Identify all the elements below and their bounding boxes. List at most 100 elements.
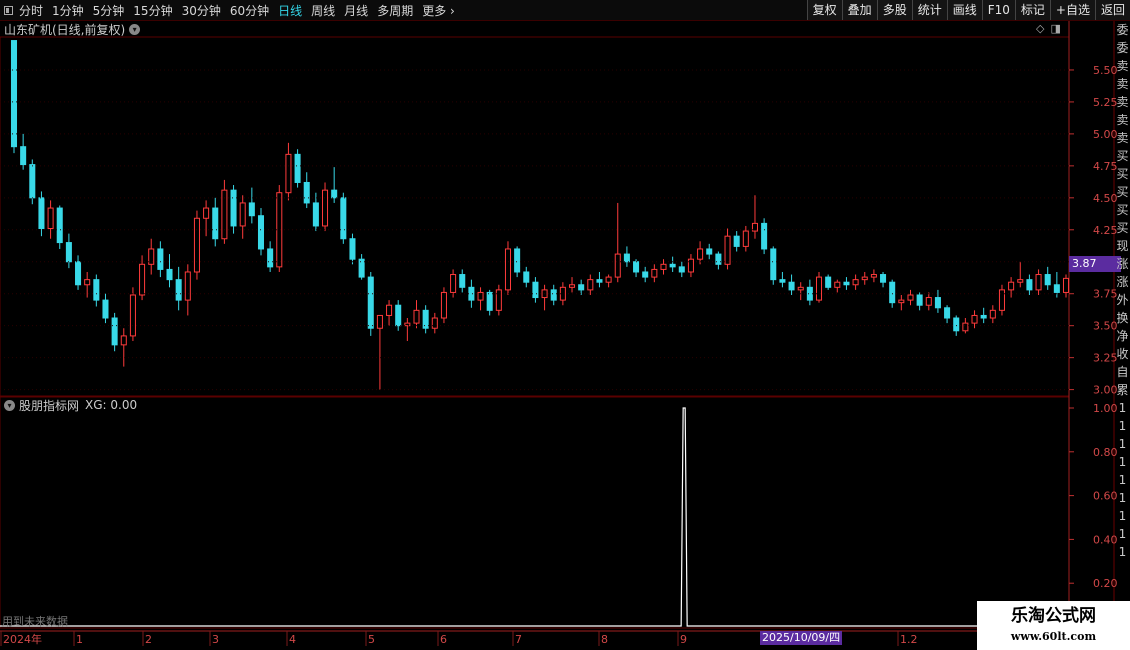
candle-body [386,304,393,316]
candle-body [203,207,210,219]
strip-glyph: 1 [1118,509,1127,523]
strip-glyph: 涨 [1116,257,1129,271]
candle-body [651,268,658,278]
candle-body [962,322,969,332]
watermark: 乐淘公式网 www.60lt.com [977,601,1130,650]
strip-glyph: 买 [1116,203,1129,217]
indicator-header: ▾ 股朋指标网 XG: 0.00 [4,397,137,413]
price-label: 4.75 [1093,160,1118,173]
candle-body [84,279,91,286]
strip-glyph: 1 [1118,473,1127,487]
candle-body [239,202,246,227]
candle-body [633,261,640,273]
candle-body [907,294,914,301]
candle-body [706,248,713,255]
candle-body [129,294,136,337]
candle-body [815,276,823,301]
candle-body [834,281,841,288]
candle-body [331,189,338,199]
strip-glyph: 卖 [1116,59,1129,73]
strip-glyph: 收 [1116,347,1129,361]
strip-glyph: 买 [1116,221,1129,235]
candle-body [669,263,676,268]
price-label: 3.50 [1093,320,1118,333]
indicator-value: XG: 0.00 [85,398,138,412]
candle-body [642,271,649,278]
candle-body [733,235,740,247]
strip-glyph: 净 [1116,329,1129,343]
quote-side-strip: 委委卖卖卖卖卖买买买买买现涨涨外换净收自累111111111 [1115,21,1130,631]
candle-body [870,274,877,278]
candle-body [184,271,191,301]
indicator-line-layer [0,407,1069,627]
strip-glyph: 卖 [1116,77,1129,91]
strip-glyph: 买 [1116,185,1129,199]
chevron-down-icon[interactable]: ▾ [4,399,15,411]
candle-body [102,299,109,319]
time-label: 1 [76,633,83,646]
indicator-axis: 1.00 0.80 0.60 0.40 0.20 [1069,402,1118,590]
candle-body [157,248,164,270]
candle-body [175,279,182,301]
candle-body [852,279,859,286]
price-label: 5.25 [1093,96,1118,109]
time-label: 9 [680,633,687,646]
candle-body [1053,284,1060,293]
price-label: 3.00 [1093,384,1118,397]
time-label: 2 [145,633,152,646]
candle-body [111,317,118,346]
candle-body [742,230,749,247]
candle-body [267,248,274,268]
candle-body [587,279,594,291]
candle-body [1017,279,1024,283]
candle-body [459,274,466,288]
candle-body [550,289,557,301]
candle-body [413,309,420,324]
candle-body [93,279,100,301]
candle-body [532,281,539,299]
cursor-date-tag: 2025/10/09/四 [760,631,843,645]
candle-body [139,263,146,296]
candle-body [1044,274,1051,286]
candle-body [486,291,493,311]
candle-body [724,235,731,265]
time-label: 6 [440,633,447,646]
watermark-url: www.60lt.com [1010,630,1097,643]
strip-glyph: 卖 [1116,131,1129,145]
candle-body [605,276,612,283]
candle-body [660,263,667,270]
indicator-label: 1.00 [1093,402,1118,415]
candle-body [971,314,978,324]
candle-body [340,197,347,240]
strip-glyph: 换 [1116,311,1129,325]
kline-chart[interactable]: 5.505.255.004.754.504.254.003.753.503.25… [0,0,1130,650]
candle-body [514,248,521,273]
candle-body [697,248,704,260]
candle-body [65,242,72,263]
candle-body [925,297,932,306]
candle-body [569,284,576,288]
candle-body [889,281,896,304]
candle-body [1008,281,1015,291]
candle-body [1062,277,1070,293]
candle-body [998,289,1005,311]
strip-glyph: 买 [1116,149,1129,163]
candle-body [687,258,694,273]
candle-body [797,286,804,291]
candle-body [56,207,63,244]
strip-glyph: 1 [1118,491,1127,505]
time-label: 3 [212,633,219,646]
candle-body [953,317,960,332]
candle-body [614,253,621,278]
time-label: 1.2 [900,633,918,646]
strip-glyph: 卖 [1116,113,1129,127]
candle-body [788,281,795,291]
candle-body [916,294,923,306]
candle-body [779,279,786,283]
candle-body [20,146,27,166]
candle-body [322,189,329,227]
candle-body [75,261,82,286]
candle-body [825,276,832,288]
candle-body [770,248,777,281]
candle-body [395,304,402,327]
